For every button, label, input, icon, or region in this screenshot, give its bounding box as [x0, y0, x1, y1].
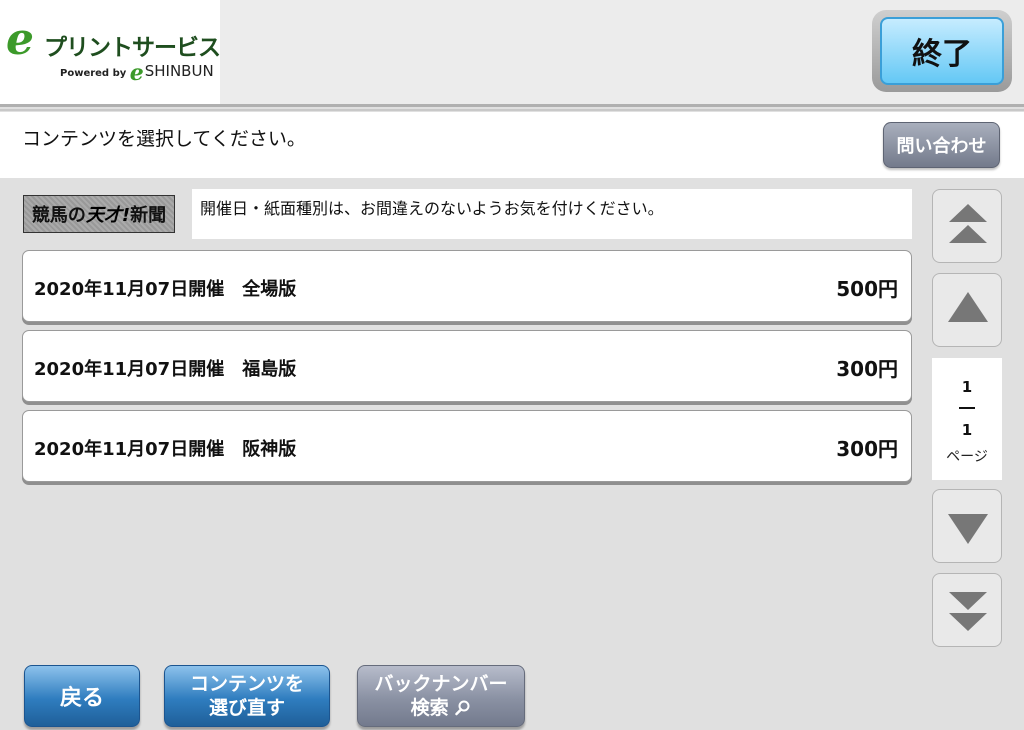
scroll-top-button[interactable] [932, 189, 1002, 263]
up-triangle-icon [948, 292, 988, 322]
page-divider [959, 407, 975, 409]
header-divider-secondary [0, 109, 1024, 111]
double-up-triangle-icon [949, 204, 987, 243]
back-button[interactable]: 戻る [24, 665, 140, 727]
scroll-bottom-button[interactable] [932, 573, 1002, 647]
shinbun-name: SHINBUN [144, 62, 214, 80]
logo-powered-by: Powered by eSHINBUN [60, 60, 214, 86]
logo-e-mark: e [6, 14, 34, 65]
powered-by-text: Powered by [60, 68, 127, 79]
exit-button[interactable]: 終了 [880, 17, 1004, 85]
caution-notice: 開催日・紙面種別は、お間違えのないようお気を付けください。 [192, 189, 912, 239]
header-divider [0, 104, 1024, 107]
backnumber-search-button[interactable]: バックナンバー 検索 [357, 665, 525, 727]
content-item-title: 2020年11月07日開催 福島版 [34, 359, 297, 380]
content-item-title: 2020年11月07日開催 全場版 [34, 279, 297, 300]
double-down-triangle-icon [949, 592, 987, 631]
backnumber-label-line1: バックナンバー [374, 673, 508, 695]
backnumber-label-line2: 検索 [410, 697, 449, 719]
page-label: ページ [946, 449, 988, 465]
shinbun-e-mark: e [129, 60, 144, 86]
instruction-text: コンテンツを選択してください。 [22, 128, 306, 150]
newspaper-logo: 競馬の 天才! 新聞 [23, 195, 175, 233]
app-header: e プリントサービス Powered by eSHINBUN 終了 [0, 0, 1024, 104]
content-item-title: 2020年11月07日開催 阪神版 [34, 439, 297, 460]
content-item[interactable]: 2020年11月07日開催 福島版 300円 [22, 330, 912, 402]
magnifier-icon [455, 700, 470, 716]
scroll-up-button[interactable] [932, 273, 1002, 347]
reselect-content-button[interactable]: コンテンツを 選び直す [164, 665, 330, 727]
logo-service-name: プリントサービス [44, 35, 221, 61]
content-item[interactable]: 2020年11月07日開催 阪神版 300円 [22, 410, 912, 482]
newspaper-logo-part2: 天才! [85, 205, 131, 226]
newspaper-logo-part3: 新聞 [130, 205, 167, 226]
current-page: 1 [961, 378, 973, 396]
page-indicator: 1 1 ページ [932, 358, 1002, 480]
content-item[interactable]: 2020年11月07日開催 全場版 500円 [22, 250, 912, 322]
content-item-price: 300円 [836, 357, 898, 381]
back-button-label: 戻る [59, 686, 104, 711]
reselect-label-line1: コンテンツを [189, 673, 304, 695]
down-triangle-icon [948, 514, 988, 544]
newspaper-logo-part1: 競馬の [31, 205, 86, 226]
content-item-price: 300円 [836, 437, 898, 461]
eprint-logo: e プリントサービス Powered by eSHINBUN [0, 0, 221, 104]
inquiry-button[interactable]: 問い合わせ [883, 122, 1000, 168]
scroll-down-button[interactable] [932, 489, 1002, 563]
content-item-price: 500円 [836, 277, 898, 301]
total-pages: 1 [961, 421, 973, 439]
reselect-label-line2: 選び直す [208, 697, 285, 719]
